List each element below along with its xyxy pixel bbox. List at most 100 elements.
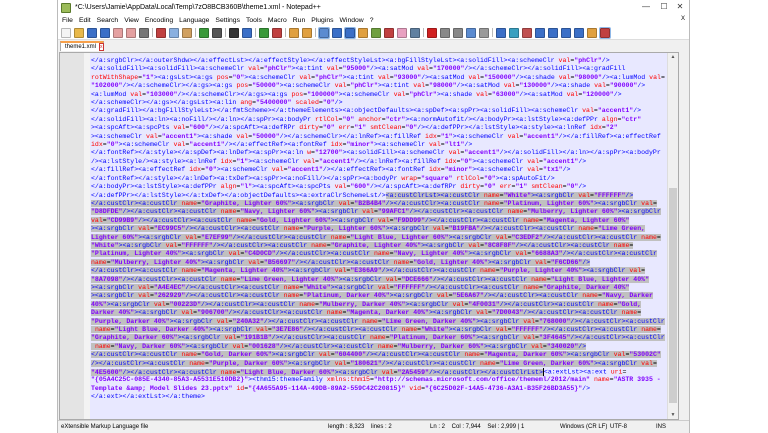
code-line[interactable]: Template &amp; Model Slides 23.pptx" id=…: [91, 385, 665, 393]
copy-icon[interactable]: [169, 27, 179, 38]
zoom-out-icon[interactable]: [272, 27, 282, 38]
menu-plugins[interactable]: Plugins: [311, 17, 333, 24]
code-line[interactable]: "{05A4C25C-085E-4340-85A3-A5531E510DB2}"…: [91, 376, 665, 384]
menu-settings[interactable]: Settings: [215, 17, 240, 24]
menu-search[interactable]: Search: [97, 17, 119, 24]
code-line[interactable]: </a:custClr><a:custClr name = "Magenta, Li…: [91, 267, 665, 275]
code-line[interactable]: val="CD99B9"/></a:custClr><a:custClr nam…: [91, 216, 665, 225]
code-line[interactable]: ><a:schemeClr val="accent1"><a:shade val…: [91, 133, 665, 141]
code-line[interactable]: ><a:spcAft><a:spcPts val="600"/></a:spcA…: [91, 124, 665, 132]
code-line[interactable]: </a:custClr><a:custClr name = "Graphite, L…: [91, 199, 665, 208]
code-line[interactable]: "Purple, Darker 40%"><a:srgbClr val="240…: [91, 317, 665, 326]
scroll-up-arrow-icon[interactable]: ▲: [668, 54, 678, 60]
code-line[interactable]: rotWithShape="1"><a:gsLst><a:gs pos="0">…: [91, 74, 665, 82]
menu-edit[interactable]: Edit: [79, 17, 91, 24]
plugin-down-icon[interactable]: [561, 27, 571, 38]
plugin-up-icon[interactable]: [548, 27, 558, 38]
code-line[interactable]: "4E5600"/></a:custClr><a:custClr name = "L…: [91, 368, 665, 377]
save-icon[interactable]: [87, 27, 97, 38]
text-editor[interactable]: </a:srgbClr></a:outerShdw></a:effectLst>…: [59, 52, 679, 420]
play-macro-icon[interactable]: [453, 27, 463, 38]
menu-tools[interactable]: Tools: [246, 17, 262, 24]
code-line[interactable]: </a:fillRef><a:effectRef idx="0"><a:sche…: [91, 166, 665, 174]
code-line[interactable]: </a:gradFill></a:bgFillStyleLst></a:fmtS…: [91, 107, 665, 115]
vertical-scrollbar[interactable]: ▲ ▼: [667, 53, 678, 419]
sync-horizontal-icon[interactable]: [302, 27, 312, 38]
paste-icon[interactable]: [182, 27, 192, 38]
open-file-icon[interactable]: [74, 27, 84, 38]
indent-guide-icon[interactable]: [344, 26, 356, 39]
code-line[interactable]: </a:ext></a:extLst></a:theme>: [91, 393, 665, 401]
menu-run[interactable]: Run: [293, 17, 305, 24]
code-line[interactable]: "Graphite, Darker 60%"><a:srgbClr val="1…: [91, 334, 665, 342]
new-file-icon[interactable]: [61, 27, 71, 38]
monitoring-icon[interactable]: [410, 27, 420, 38]
code-line[interactable]: name="Navy, Darker 60%"><a:srgbClr val="…: [91, 342, 665, 351]
code-line[interactable]: /></a:custClr><a:custClr name = "Purple, D…: [91, 359, 665, 368]
code-line[interactable]: <a:lumMod val="103000"/></a:schemeClr></…: [91, 91, 665, 99]
code-line[interactable]: "D8DFDE"/></a:custClr><a:custClr name="N…: [91, 208, 665, 216]
code-content[interactable]: </a:srgbClr></a:outerShdw></a:effectLst>…: [91, 57, 665, 402]
code-line[interactable]: </a:defPPr></a:lstStyle></a:txDef></a:ob…: [91, 191, 665, 200]
plugin-3-icon[interactable]: [522, 27, 532, 38]
function-list-icon[interactable]: [384, 27, 394, 38]
code-line[interactable]: "102000"/></a:schemeClr></a:gs><a:gs pos…: [91, 82, 665, 90]
code-line[interactable]: name="Light Blue, Darker 40%"><a:srgbClr…: [91, 326, 665, 334]
code-line[interactable]: name="Mulberry, Lighter 40%"><a:srgbClr …: [91, 258, 665, 267]
code-line[interactable]: </a:solidFill><a:ln><a:noFill/></a:ln></…: [91, 116, 665, 124]
code-line[interactable]: "White"><a:srgbClr val="FFFFFF"/></a:cus…: [91, 241, 665, 250]
record-macro-icon[interactable]: [427, 27, 437, 38]
code-line[interactable]: ><a:srgbClr val="EC99C5"/></a:custClr><a…: [91, 225, 665, 233]
code-line[interactable]: </a:srgbClr></a:outerShdw></a:effectLst>…: [91, 57, 665, 65]
close-window-button[interactable]: ✕: [670, 2, 690, 11]
scroll-down-arrow-icon[interactable]: ▼: [668, 412, 678, 418]
doc-map-icon[interactable]: [371, 27, 381, 38]
udl-icon[interactable]: [358, 27, 368, 38]
tab-theme1-xml[interactable]: theme1.xml x: [60, 41, 104, 51]
menu-window[interactable]: Window: [340, 17, 364, 24]
code-line[interactable]: "Platinum, Lighter 40%"><a:srgbClr val="…: [91, 250, 665, 258]
run-macro-multiple-icon[interactable]: [466, 27, 476, 38]
folder-workspace-icon[interactable]: [397, 27, 407, 38]
close-icon[interactable]: [113, 27, 123, 38]
find-icon[interactable]: [229, 27, 239, 38]
plugin-1-icon[interactable]: [496, 27, 506, 38]
plugin-6-icon[interactable]: [587, 27, 597, 38]
save-all-icon[interactable]: [100, 27, 110, 38]
code-line[interactable]: idx="0"><a:schemeClr val="accent1"/></a:…: [91, 141, 665, 149]
menu-encoding[interactable]: Encoding: [145, 17, 173, 24]
close-all-icon[interactable]: [126, 27, 136, 38]
code-line[interactable]: "8A7098"/></a:custClr><a:custClr name="L…: [91, 275, 665, 284]
code-line[interactable]: Lighter 60%"><a:srgbClr val="E7EF99"/></…: [91, 233, 665, 242]
plugin-4-icon[interactable]: [535, 27, 545, 38]
code-line[interactable]: ><a:srgbClr val="A4E4EC"/></a:custClr><a…: [91, 283, 665, 292]
zoom-in-icon[interactable]: [259, 27, 269, 38]
code-line[interactable]: </a:custClr><a:custClr name="Gold, Darke…: [91, 351, 665, 359]
code-line[interactable]: </a:solidFill><a:solidFill><a:schemeClr …: [91, 65, 665, 73]
code-line[interactable]: </a:fontRef></a:style></a:spDef><a:lnDef…: [91, 149, 665, 157]
plugin-2-icon[interactable]: [509, 27, 519, 38]
tab-close-icon[interactable]: x: [99, 43, 104, 51]
replace-icon[interactable]: [242, 27, 252, 38]
save-macro-icon[interactable]: [479, 27, 489, 38]
code-line[interactable]: /><a:lstStyle/><a:style><a:lnRef idx="1"…: [91, 158, 665, 166]
print-icon[interactable]: [139, 27, 149, 38]
code-line[interactable]: 40%"><a:srgbClr val="00223D"/></a:custCl…: [91, 300, 665, 309]
menu-language[interactable]: Language: [179, 17, 209, 24]
close-document-button[interactable]: X: [681, 16, 685, 22]
cut-icon[interactable]: [156, 27, 166, 38]
minimize-button[interactable]: —: [636, 2, 656, 11]
redo-icon[interactable]: [212, 27, 222, 38]
code-line[interactable]: Darker 40%"><a:srgbClr val="906700"/></a…: [91, 309, 665, 317]
sync-vertical-icon[interactable]: [289, 27, 299, 38]
menu-file[interactable]: File: [62, 17, 73, 24]
word-wrap-icon[interactable]: [318, 26, 330, 39]
menu-macro[interactable]: Macro: [268, 17, 287, 24]
code-line[interactable]: ><a:srgbClr val="262929"/></a:custClr><a…: [91, 292, 665, 300]
plugin-5-icon[interactable]: [574, 27, 584, 38]
code-line[interactable]: </a:fontRef></a:style></a:lnDef><a:txDef…: [91, 175, 665, 183]
undo-icon[interactable]: [199, 27, 209, 38]
menu-help[interactable]: ?: [370, 17, 374, 24]
menu-view[interactable]: View: [124, 17, 139, 24]
code-line[interactable]: </a:bodyPr><a:lstStyle><a:defPPr algn="l…: [91, 183, 665, 191]
